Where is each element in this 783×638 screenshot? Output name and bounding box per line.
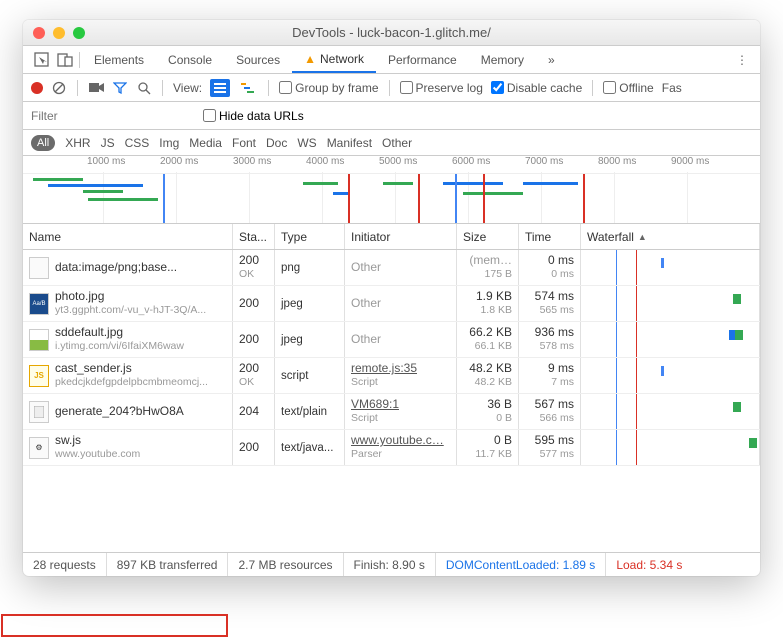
hide-data-urls-check[interactable]: Hide data URLs — [203, 109, 304, 123]
status-resources: 2.7 MB resources — [228, 553, 343, 576]
filter-js[interactable]: JS — [101, 136, 115, 150]
table-row[interactable]: Aa/Bphoto.jpgyt3.ggpht.com/-vu_v-hJT-3Q/… — [23, 286, 760, 322]
table-row[interactable]: sddefault.jpgi.ytimg.com/vi/6IfaiXM6waw2… — [23, 322, 760, 358]
header-initiator[interactable]: Initiator — [345, 224, 457, 249]
filter-manifest[interactable]: Manifest — [327, 136, 372, 150]
view-waterfall-button[interactable] — [238, 79, 258, 97]
header-waterfall[interactable]: Waterfall▲ — [581, 224, 760, 249]
header-name[interactable]: Name — [23, 224, 233, 249]
offline-check[interactable]: Offline — [603, 81, 653, 95]
view-label: View: — [173, 81, 202, 95]
filter-css[interactable]: CSS — [125, 136, 150, 150]
status-transferred: 897 KB transferred — [107, 553, 229, 576]
tab-performance[interactable]: Performance — [376, 46, 469, 73]
filter-input[interactable] — [31, 109, 191, 123]
table-row[interactable]: data:image/png;base...200OKpngOther(mem…… — [23, 250, 760, 286]
titlebar: DevTools - luck-bacon-1.glitch.me/ — [23, 20, 760, 46]
menu-icon[interactable]: ⋮ — [730, 48, 754, 72]
type-filter-bar: All XHR JS CSS Img Media Font Doc WS Man… — [23, 130, 760, 156]
filter-media[interactable]: Media — [189, 136, 222, 150]
header-status[interactable]: Sta... — [233, 224, 275, 249]
window-title: DevTools - luck-bacon-1.glitch.me/ — [23, 25, 760, 40]
tab-network[interactable]: ▲Network — [292, 46, 376, 73]
filter-icon[interactable] — [112, 80, 128, 96]
filter-img[interactable]: Img — [159, 136, 179, 150]
tab-sources[interactable]: Sources — [224, 46, 292, 73]
request-rows: data:image/png;base...200OKpngOther(mem…… — [23, 250, 760, 552]
status-load: Load: 5.34 s — [606, 553, 692, 576]
header-time[interactable]: Time — [519, 224, 581, 249]
filter-font[interactable]: Font — [232, 136, 256, 150]
tab-console[interactable]: Console — [156, 46, 224, 73]
throttling-label[interactable]: Fas — [662, 81, 682, 95]
inspect-icon[interactable] — [29, 48, 53, 72]
device-toggle-icon[interactable] — [53, 48, 77, 72]
filter-ws[interactable]: WS — [297, 136, 316, 150]
filter-all[interactable]: All — [31, 135, 55, 151]
header-type[interactable]: Type — [275, 224, 345, 249]
table-row[interactable]: generate_204?bHwO8A204text/plainVM689:1S… — [23, 394, 760, 430]
status-finish: Finish: 8.90 s — [344, 553, 436, 576]
group-by-frame-check[interactable]: Group by frame — [279, 81, 378, 95]
tab-more[interactable]: » — [536, 46, 567, 73]
network-toolbar: View: Group by frame Preserve log Disabl… — [23, 74, 760, 102]
table-row[interactable]: JScast_sender.jspkedcjkdefgpdelpbcmbmeom… — [23, 358, 760, 394]
tab-elements[interactable]: Elements — [82, 46, 156, 73]
filter-doc[interactable]: Doc — [266, 136, 287, 150]
filter-xhr[interactable]: XHR — [65, 136, 90, 150]
record-button[interactable] — [31, 82, 43, 94]
table-headers: Name Sta... Type Initiator Size Time Wat… — [23, 224, 760, 250]
devtools-window: DevTools - luck-bacon-1.glitch.me/ Eleme… — [23, 20, 760, 576]
header-size[interactable]: Size — [457, 224, 519, 249]
camera-icon[interactable] — [88, 80, 104, 96]
status-dcl: DOMContentLoaded: 1.89 s — [436, 553, 606, 576]
tab-memory[interactable]: Memory — [469, 46, 536, 73]
table-row[interactable]: ⚙sw.jswww.youtube.com200text/java...www.… — [23, 430, 760, 466]
status-bar: 28 requests 897 KB transferred 2.7 MB re… — [23, 552, 760, 576]
view-list-button[interactable] — [210, 79, 230, 97]
status-requests: 28 requests — [23, 553, 107, 576]
filter-bar: Hide data URLs — [23, 102, 760, 130]
main-tabs: Elements Console Sources ▲Network Perfor… — [23, 46, 760, 74]
disable-cache-check[interactable]: Disable cache — [491, 81, 582, 95]
clear-icon[interactable] — [51, 80, 67, 96]
search-icon[interactable] — [136, 80, 152, 96]
filter-other[interactable]: Other — [382, 136, 412, 150]
timeline-overview[interactable]: 1000 ms 2000 ms 3000 ms 4000 ms 5000 ms … — [23, 156, 760, 224]
preserve-log-check[interactable]: Preserve log — [400, 81, 483, 95]
